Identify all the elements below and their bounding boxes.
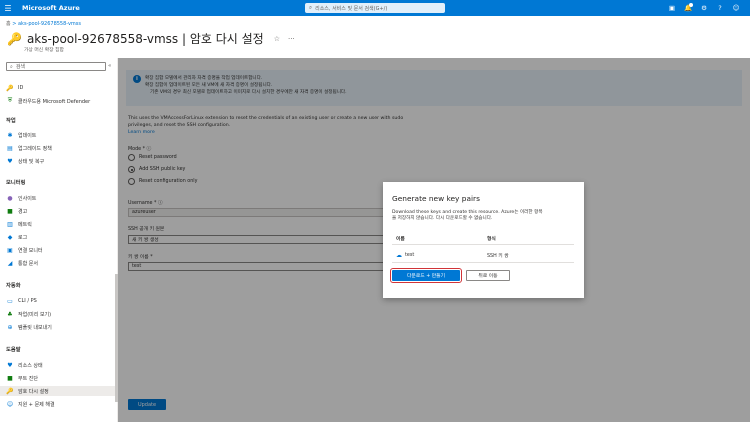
sidebar-item-support[interactable]: ☺ 지원 + 문제 해결 <box>6 399 55 409</box>
column-header-name: 이름 <box>396 237 405 242</box>
global-search-input[interactable]: ⌕ 리소스, 서비스 및 문서 검색(G+/) <box>305 3 445 13</box>
sidebar-item-workbooks[interactable]: ◢ 통합 문서 <box>6 258 38 268</box>
sidebar-item-connection-monitor[interactable]: ▣ 연결 모니터 <box>6 245 43 255</box>
key-icon: 🔑 <box>6 387 14 395</box>
boot-icon: ■ <box>7 374 13 382</box>
cloud-shell-icon[interactable]: ▣ <box>664 2 680 14</box>
workbooks-icon: ◢ <box>7 259 13 267</box>
sidebar-item-label: CLI / PS <box>18 298 37 304</box>
download-create-button[interactable]: 다운로드 + 만들기 <box>390 268 462 283</box>
sidebar-item-export-template[interactable]: ⊕ 템플릿 내보내기 <box>6 322 52 332</box>
settings-icon[interactable]: ⚙ <box>696 2 712 14</box>
feedback-icon[interactable]: ☺ <box>728 2 744 14</box>
section-monitoring: 모니터링 <box>6 180 26 186</box>
gear-icon: ✱ <box>7 131 13 139</box>
heart-icon: ♥ <box>7 157 13 165</box>
dialog-description: Download these keys and create this reso… <box>392 210 578 222</box>
sidebar-item-label: 통합 문서 <box>18 260 38 267</box>
sidebar-item-label: 로그 <box>18 234 28 241</box>
shield-icon: ⛨ <box>7 97 13 104</box>
notifications-icon[interactable]: 🔔 <box>680 2 696 14</box>
search-icon: ⌕ <box>10 63 13 70</box>
sidebar-item-label: 부트 진단 <box>18 375 38 382</box>
key-icon: 🔑 <box>6 84 14 92</box>
sidebar-item-label: 업그레이드 정책 <box>18 145 52 152</box>
sidebar-item-label: 템플릿 내보내기 <box>18 324 52 331</box>
sidebar-item-label: 지원 + 문제 해결 <box>18 401 55 408</box>
sidebar-item-label: 클라우드용 Microsoft Defender <box>18 98 91 105</box>
more-options-icon[interactable]: ··· <box>288 35 295 43</box>
generate-key-pairs-dialog: Generate new key pairs Download these ke… <box>383 182 584 298</box>
heart-icon: ♥ <box>7 361 13 369</box>
sidebar-item-label: 메트릭 <box>18 221 32 228</box>
sidebar-item-metrics[interactable]: ▥ 메트릭 <box>6 219 32 229</box>
sidebar-item-cli[interactable]: ▭ CLI / PS <box>6 296 37 306</box>
logs-icon: ◆ <box>7 233 13 241</box>
help-icon[interactable]: ? <box>712 2 728 14</box>
sidebar-item-label: 경고 <box>18 208 28 215</box>
sidebar-item-id[interactable]: 🔑 ID <box>6 83 23 93</box>
column-header-type: 형식 <box>487 237 496 242</box>
sidebar-item-boot-diagnostics[interactable]: ■ 부트 진단 <box>6 373 38 383</box>
document-icon: ▤ <box>7 144 13 152</box>
table-divider <box>392 262 574 263</box>
sidebar-item-tasks[interactable]: ♣ 작업(미리 보기) <box>6 309 51 319</box>
sidebar-search-input[interactable]: ⌕ 검색 <box>6 62 106 71</box>
key-name: test <box>405 253 415 258</box>
notification-badge <box>689 3 693 7</box>
menu-icon[interactable]: ☰ <box>0 4 16 13</box>
sidebar-item-health-repair[interactable]: ♥ 상태 및 복구 <box>6 156 44 166</box>
dialog-title: Generate new key pairs <box>392 194 480 203</box>
sidebar-item-logs[interactable]: ◆ 로그 <box>6 232 28 242</box>
table-cell-name: ☁ test <box>396 252 414 259</box>
sidebar-item-label: 인사이트 <box>18 195 37 202</box>
sidebar: ⌕ 검색 « 🔑 ID ⛨ 클라우드용 Microsoft Defender 작업 … <box>0 58 118 422</box>
section-automation: 자동화 <box>6 283 21 289</box>
alerts-icon: ■ <box>7 207 13 215</box>
dialog-description-line-2: 을 저장하지 않습니다. 다시 다운로드할 수 없습니다. <box>392 216 493 221</box>
sidebar-item-label: 리소스 상태 <box>18 362 43 369</box>
section-operations: 작업 <box>6 118 16 124</box>
search-placeholder: 리소스, 서비스 및 문서 검색(G+/) <box>315 5 388 12</box>
favorite-star-icon[interactable]: ☆ <box>274 35 280 43</box>
table-cell-type: SSH 키 쌍 <box>487 254 509 259</box>
terminal-icon: ▭ <box>7 297 13 305</box>
table-divider <box>392 244 574 245</box>
key-icon: 🔑 <box>7 31 22 46</box>
sidebar-item-alerts[interactable]: ■ 경고 <box>6 206 27 216</box>
home-link[interactable]: 홈 <box>6 21 11 27</box>
sidebar-item-label: 연결 모니터 <box>18 247 43 254</box>
export-icon: ⊕ <box>7 323 13 331</box>
page-title: aks-pool-92678558-vmss | 암호 다시 설정 <box>26 32 264 46</box>
sidebar-item-insights[interactable]: ● 인사이트 <box>6 193 36 203</box>
brand-name[interactable]: Microsoft Azure <box>22 4 80 12</box>
monitor-icon: ▣ <box>7 246 13 254</box>
title-row: 🔑 aks-pool-92678558-vmss | 암호 다시 설정 ☆ ··… <box>7 30 295 47</box>
sidebar-item-defender[interactable]: ⛨ 클라우드용 Microsoft Defender <box>6 96 90 106</box>
insights-icon: ● <box>7 194 13 202</box>
support-icon: ☺ <box>6 400 14 408</box>
sidebar-item-resource-health[interactable]: ♥ 리소스 상태 <box>6 360 43 370</box>
page-subtitle: 가상 머신 확장 집합 <box>24 48 64 53</box>
search-icon: ⌕ <box>309 4 313 11</box>
sidebar-item-upgrade-policy[interactable]: ▤ 업그레이드 정책 <box>6 143 52 153</box>
sidebar-item-label: 작업(미리 보기) <box>18 311 52 318</box>
sidebar-item-updates[interactable]: ✱ 업데이트 <box>6 130 36 140</box>
tasks-icon: ♣ <box>7 310 13 318</box>
top-icons: ▣ 🔔 ⚙ ? ☺ <box>664 2 744 14</box>
sidebar-item-reset-password[interactable]: 🔑 암호 다시 설정 <box>0 386 116 396</box>
metrics-icon: ▥ <box>7 220 13 228</box>
collapse-icon[interactable]: « <box>108 63 111 69</box>
sidebar-item-label: ID <box>18 85 24 91</box>
sidebar-search-placeholder: 검색 <box>15 64 26 70</box>
breadcrumb: 홈 > aks-pool-92678558-vmss <box>6 21 81 27</box>
sidebar-item-label: 상태 및 복구 <box>18 158 45 165</box>
back-button[interactable]: 뒤로 이동 <box>466 270 510 281</box>
top-bar: ☰ Microsoft Azure ⌕ 리소스, 서비스 및 문서 검색(G+/… <box>0 0 750 16</box>
sidebar-item-label: 암호 다시 설정 <box>18 388 49 395</box>
section-help: 도움말 <box>6 347 21 353</box>
cloud-icon: ☁ <box>396 252 402 259</box>
breadcrumb-item[interactable]: aks-pool-92678558-vmss <box>18 21 81 27</box>
sidebar-item-label: 업데이트 <box>18 132 37 139</box>
